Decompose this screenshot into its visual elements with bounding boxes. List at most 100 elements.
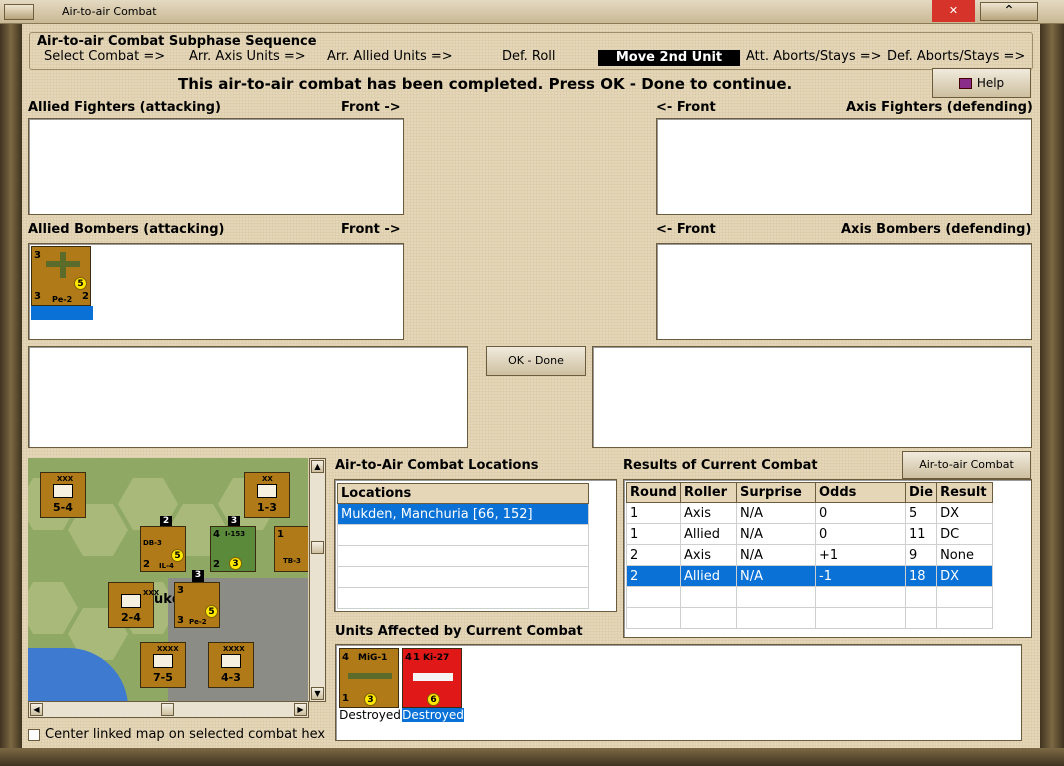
linked-map[interactable]: XXX 5-4 XX 1-3 2 DB-3 2 IL-4 5 3 4 I-153…: [28, 458, 308, 702]
window-title: Air-to-air Combat: [62, 5, 157, 18]
scroll-left-icon[interactable]: ◀: [30, 703, 43, 716]
counter-name: TB-3: [283, 557, 301, 565]
allied-fighters-box[interactable]: [28, 118, 404, 215]
results-table-panel[interactable]: Round Roller Surprise Odds Die Result 1A…: [623, 479, 1032, 638]
armor-icon: [121, 594, 141, 608]
affected-counter-ki27[interactable]: 4 1 Ki-27 6: [402, 648, 462, 708]
table-row[interactable]: [626, 586, 994, 608]
affected-units-box[interactable]: 4 MiG-1 1 3 Destroyed 4 1 Ki-27 6 Destro…: [335, 644, 1022, 741]
table-cell: 2: [626, 565, 681, 587]
ok-done-button[interactable]: OK - Done: [486, 346, 586, 376]
table-cell: N/A: [736, 502, 816, 524]
unit-size: XXXX: [157, 645, 179, 653]
table-row-selected[interactable]: 2 Allied N/A -1 18 DX: [626, 565, 994, 587]
counter-name: I-153: [225, 530, 246, 538]
help-button[interactable]: Help: [932, 68, 1031, 98]
aircraft-fuselage-icon: [60, 252, 66, 278]
counter-value: 2: [82, 291, 89, 302]
axis-message-box: [592, 346, 1032, 448]
scroll-right-icon[interactable]: ▶: [294, 703, 307, 716]
table-cell: N/A: [736, 565, 816, 587]
table-cell: 11: [904, 523, 938, 545]
affected-counter-mig1[interactable]: 4 MiG-1 1 3: [339, 648, 399, 708]
step-att-aborts: Att. Aborts/Stays =>: [746, 49, 882, 64]
axis-fighters-box[interactable]: [656, 118, 1032, 215]
locations-list[interactable]: Locations Mukden, Manchuria [66, 152]: [334, 479, 617, 612]
table-row[interactable]: 2 Axis N/A +1 9 None: [626, 544, 994, 566]
map-horizontal-scrollbar[interactable]: ◀ ▶: [28, 701, 309, 718]
allied-bombers-front: Front ->: [341, 222, 401, 237]
table-cell: 9: [904, 544, 938, 566]
location-row[interactable]: [337, 545, 589, 567]
location-row[interactable]: [337, 524, 589, 546]
allied-bombers-label: Allied Bombers (attacking): [28, 222, 225, 237]
unit-strength: 7-5: [153, 671, 173, 684]
center-map-checkbox[interactable]: [28, 728, 40, 741]
table-cell: 18: [904, 565, 938, 587]
table-row[interactable]: 1 Axis N/A 0 5 DX: [626, 502, 994, 524]
table-cell: 1: [626, 523, 681, 545]
map-unit-air-db3[interactable]: DB-3 2 IL-4 5: [140, 526, 186, 572]
scroll-down-icon[interactable]: ▼: [311, 687, 324, 700]
table-cell: 2: [626, 544, 681, 566]
step-select-combat: Select Combat =>: [44, 49, 166, 64]
counter-value: 3: [34, 250, 41, 261]
help-label: Help: [976, 76, 1005, 90]
map-unit-army[interactable]: XXXX 4-3: [208, 642, 254, 688]
location-row[interactable]: [337, 566, 589, 588]
unit-strength: 2-4: [121, 611, 141, 624]
scroll-thumb[interactable]: [311, 541, 324, 554]
aircraft-icon: [413, 673, 453, 681]
window-control-icon[interactable]: ⌃: [980, 2, 1038, 21]
table-row[interactable]: [626, 607, 994, 629]
location-row[interactable]: [337, 587, 589, 609]
map-unit-corps[interactable]: XX 1-3: [244, 472, 290, 518]
table-cell: Allied: [680, 523, 737, 545]
counter-value: 3: [177, 585, 184, 596]
allied-fighters-front: Front ->: [341, 100, 401, 115]
table-row[interactable]: 1 Allied N/A 0 11 DC: [626, 523, 994, 545]
close-icon[interactable]: ✕: [932, 0, 975, 22]
table-cell: N/A: [736, 544, 816, 566]
infantry-icon: [153, 654, 173, 668]
results-col-roller[interactable]: Roller: [680, 482, 737, 503]
map-unit-army[interactable]: XXXX 7-5: [140, 642, 186, 688]
locations-column-header[interactable]: Locations: [337, 483, 589, 504]
allied-bombers-box[interactable]: 3 3 2 Pe-2 5: [28, 243, 404, 340]
status-message: This air-to-air combat has been complete…: [178, 75, 793, 93]
scroll-thumb[interactable]: [161, 703, 174, 716]
counter-name: Pe-2: [189, 618, 207, 626]
axis-bombers-box[interactable]: [656, 243, 1032, 340]
location-row[interactable]: Mukden, Manchuria [66, 152]: [337, 503, 589, 525]
results-col-surprise[interactable]: Surprise: [736, 482, 816, 503]
counter-range: 6: [427, 693, 440, 706]
map-unit-air-pe2[interactable]: 3 3 Pe-2 5: [174, 582, 220, 628]
counter-value: 3: [34, 291, 41, 302]
location-cell: Mukden, Manchuria [66, 152]: [337, 503, 589, 525]
map-unit-army[interactable]: XXX 2-4: [108, 582, 159, 628]
counter-value: 4: [213, 529, 220, 540]
window-menu-icon[interactable]: [4, 4, 34, 20]
center-map-option[interactable]: Center linked map on selected combat hex: [28, 727, 330, 745]
results-heading: Results of Current Combat: [623, 458, 818, 473]
unit-type-icon: [257, 484, 277, 498]
results-col-round[interactable]: Round: [626, 482, 681, 503]
allied-fighters-label: Allied Fighters (attacking): [28, 100, 221, 115]
counter-value: 1: [277, 529, 284, 540]
counter-range: 5: [171, 549, 184, 562]
scroll-up-icon[interactable]: ▲: [311, 460, 324, 473]
map-unit-air-i153[interactable]: 4 I-153 2 3: [210, 526, 256, 572]
combat-chart-button[interactable]: Air-to-air Combat Chart: [902, 451, 1031, 497]
results-col-die[interactable]: Die: [904, 482, 938, 503]
results-col-result[interactable]: Result: [936, 482, 994, 503]
map-unit-army[interactable]: XXX 5-4: [40, 472, 86, 518]
infantry-icon: [53, 484, 73, 498]
table-cell: 5: [904, 502, 938, 524]
counter-range: 5: [205, 605, 218, 618]
step-def-roll: Def. Roll: [502, 49, 556, 64]
map-unit-air-tb3[interactable]: 1 TB-3: [274, 526, 308, 572]
bomber-counter-pe2[interactable]: 3 3 2 Pe-2 5: [31, 246, 91, 306]
map-vertical-scrollbar[interactable]: ▲ ▼: [309, 458, 326, 702]
results-col-odds[interactable]: Odds: [815, 482, 906, 503]
selection-highlight: [31, 306, 93, 320]
